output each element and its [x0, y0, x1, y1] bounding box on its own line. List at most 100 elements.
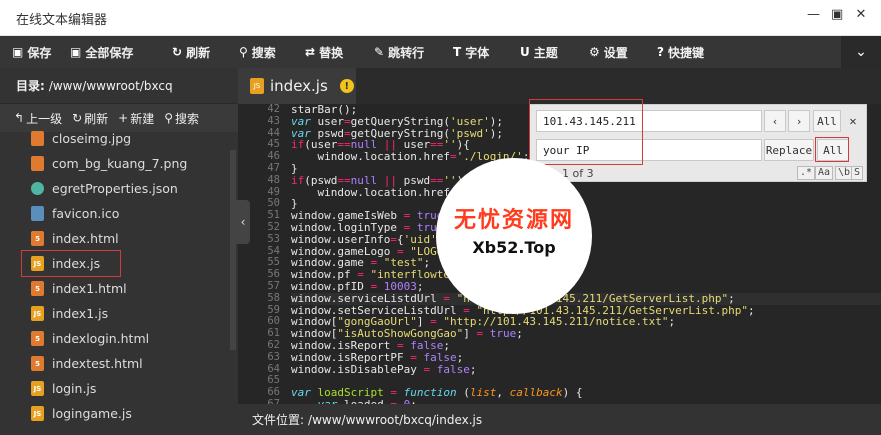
js-file-icon: JS	[31, 306, 44, 321]
find-prev-button[interactable]: ‹	[764, 110, 786, 132]
file-location-label: 文件位置:	[252, 413, 305, 427]
warning-icon: !	[339, 79, 354, 93]
goto-line-button[interactable]: ✎ 跳转行	[374, 36, 424, 68]
refresh-icon: ↻	[72, 111, 83, 125]
tab-label: index.js	[270, 77, 328, 95]
code-line: window.isDisablePay = false;	[291, 362, 477, 376]
search-icon: ⚲	[239, 45, 248, 59]
chevron-left-icon: ‹	[240, 215, 246, 229]
html-file-icon: 5	[31, 231, 44, 246]
chevron-right-icon: ›	[795, 114, 803, 128]
tab-index-js[interactable]: JS index.js !	[238, 68, 356, 104]
find-replace-panel: 101.43.145.211 ‹ › All ✕ your IP Replace…	[529, 104, 867, 182]
maximize-icon[interactable]: ▣	[831, 8, 843, 22]
replace-input[interactable]: your IP	[536, 139, 762, 161]
up-level-button[interactable]: ↰ 上一级	[14, 110, 62, 127]
refresh-icon: ↻	[172, 45, 183, 59]
html-file-icon: 5	[31, 281, 44, 296]
image-file-icon	[31, 131, 44, 146]
js-file-icon: JS	[31, 381, 44, 396]
save-icon: ▣	[12, 45, 24, 59]
search-input[interactable]: 101.43.145.211	[536, 110, 762, 132]
chevron-down-icon: ⌄	[855, 44, 867, 60]
file-item[interactable]: JS index1.js	[0, 301, 238, 326]
js-file-icon: JS	[31, 406, 44, 421]
save-all-icon: ▣	[70, 45, 82, 59]
html-file-icon: 5	[31, 331, 44, 346]
line-number: 53	[267, 232, 280, 245]
file-list: closeimg.jpg com_bg_kuang_7.png egretPro…	[0, 126, 238, 426]
file-item[interactable]: JS logingame.js	[0, 401, 238, 426]
pin-icon: ✎	[374, 45, 385, 59]
json-file-icon	[31, 181, 44, 196]
title-bar: 在线文本编辑器 — ▣ ✕	[0, 0, 881, 36]
shortcuts-button[interactable]: ? 快捷键	[657, 36, 704, 68]
sidebar-collapse-button[interactable]: ‹	[236, 200, 250, 244]
file-item[interactable]: 5 index1.html	[0, 276, 238, 301]
directory-label: 目录:	[16, 79, 45, 93]
watermark-en-text: Xb52.Top	[472, 238, 556, 257]
theme-button[interactable]: U 主题	[520, 36, 558, 68]
gear-icon: ⚙	[589, 45, 600, 59]
js-file-icon: JS	[31, 256, 44, 271]
new-file-button[interactable]: + 新建	[118, 110, 154, 127]
save-button[interactable]: ▣ 保存	[12, 36, 51, 68]
arrow-up-icon: ↰	[14, 111, 25, 125]
watermark-cn-text: 无忧资源网	[453, 207, 574, 233]
file-item[interactable]: favicon.ico	[0, 201, 238, 226]
file-item-selected[interactable]: JS index.js	[21, 250, 121, 277]
html-file-icon: 5	[31, 356, 44, 371]
theme-icon: U	[520, 45, 530, 59]
replace-icon: ⇄	[305, 45, 316, 59]
replace-button[interactable]: Replace	[764, 139, 814, 161]
replace-button[interactable]: ⇄ 替换	[305, 36, 343, 68]
code-line: window.location.href='	[291, 185, 463, 199]
replace-all-button[interactable]: All	[817, 139, 849, 161]
search-button[interactable]: ⚲ 搜索	[239, 36, 276, 68]
directory-value: /www/wwwroot/bxcq	[48, 78, 173, 93]
refresh-button[interactable]: ↻ 刷新	[172, 36, 210, 68]
chevron-left-icon: ‹	[771, 114, 779, 128]
regex-toggle[interactable]: .*	[797, 166, 816, 180]
toolbar-collapse-button[interactable]: ⌄	[841, 36, 881, 68]
file-item[interactable]: egretProperties.json	[0, 176, 238, 201]
file-item[interactable]: 5 index.html	[0, 226, 238, 251]
case-sensitive-toggle[interactable]: Aa	[815, 166, 834, 180]
line-number: 58	[267, 291, 280, 304]
close-find-button[interactable]: ✕	[844, 110, 862, 132]
file-item[interactable]: com_bg_kuang_7.png	[0, 151, 238, 176]
sidebar-scrollbar[interactable]	[230, 150, 236, 350]
font-icon: T	[453, 45, 462, 59]
close-icon[interactable]: ✕	[855, 8, 867, 22]
file-item[interactable]: JS login.js	[0, 376, 238, 401]
minimize-icon[interactable]: —	[807, 8, 820, 22]
save-all-button[interactable]: ▣ 全部保存	[70, 36, 133, 68]
line-gutter: 42 43 44 45 46 47 48 49 50 51 52 53 54 55 56 57 58 59 60 61…	[238, 104, 288, 404]
status-bar: 文件位置: /www/wwwroot/bxcq/index.js	[238, 404, 881, 435]
line-number: 43	[267, 114, 280, 127]
find-next-button[interactable]: ›	[788, 110, 810, 132]
ico-file-icon	[31, 206, 44, 221]
file-sidebar: 目录: /www/wwwroot/bxcq ↰ 上一级 ↻ 刷新 + 新建 ⚲ 搜索 c…	[0, 68, 238, 435]
file-item[interactable]: closeimg.jpg	[0, 126, 238, 151]
sidebar-search-button[interactable]: ⚲ 搜索	[164, 110, 199, 127]
tab-bar: JS index.js !	[238, 68, 881, 104]
line-number: 48	[267, 173, 280, 186]
image-file-icon	[31, 156, 44, 171]
file-item[interactable]: 5 indexlogin.html	[0, 326, 238, 351]
sidebar-refresh-button[interactable]: ↻ 刷新	[72, 110, 108, 127]
font-button[interactable]: T 字体	[453, 36, 489, 68]
in-selection-toggle[interactable]: S	[851, 166, 864, 180]
search-icon: ⚲	[164, 111, 174, 125]
find-all-button[interactable]: All	[813, 110, 841, 132]
close-icon: ✕	[849, 114, 857, 128]
code-line: window.isReportPF = false;	[291, 350, 464, 364]
settings-button[interactable]: ⚙ 设置	[589, 36, 628, 68]
editor-toolbar: ▣ 保存 ▣ 全部保存 ↻ 刷新 ⚲ 搜索 ⇄ 替换 ✎ 跳转行 T 字体 U 主题 ⚙ 设置 ?…	[0, 36, 881, 68]
question-icon: ?	[657, 45, 664, 59]
js-file-icon: JS	[250, 78, 264, 94]
plus-icon: +	[118, 111, 129, 125]
file-item[interactable]: 5 indextest.html	[0, 351, 238, 376]
file-location-value: /www/wwwroot/bxcq/index.js	[308, 412, 483, 427]
window-title: 在线文本编辑器	[16, 13, 108, 28]
